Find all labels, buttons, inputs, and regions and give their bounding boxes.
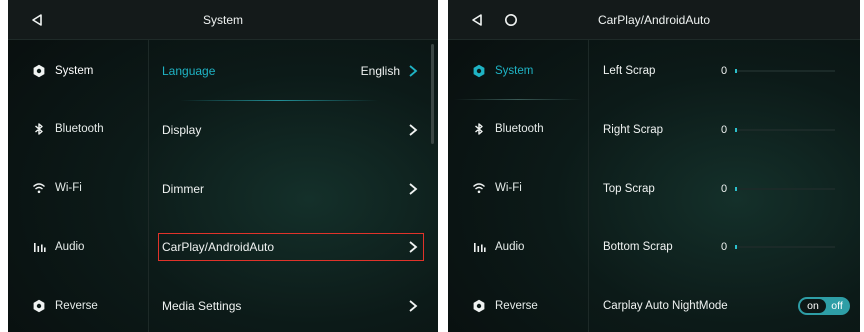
- row-media-settings[interactable]: Media Settings: [150, 277, 424, 332]
- carplay-settings-screen: CarPlay/AndroidAuto System Bluetooth Wi-…: [448, 0, 860, 332]
- scrollbar[interactable]: [431, 44, 434, 144]
- sidebar-item-label: Wi-Fi: [495, 182, 522, 194]
- page-title: System: [202, 13, 243, 27]
- sidebar-item-wifi[interactable]: Wi-Fi: [448, 159, 589, 217]
- chevron-right-icon: [408, 65, 418, 77]
- row-display[interactable]: Display: [150, 101, 424, 159]
- sidebar-item-system[interactable]: System: [448, 42, 589, 100]
- slider-handle[interactable]: [735, 69, 737, 73]
- slider-handle[interactable]: [735, 245, 737, 249]
- row-dimmer[interactable]: Dimmer: [150, 160, 424, 218]
- gear-icon: [472, 64, 486, 78]
- row-label: Media Settings: [162, 299, 242, 313]
- slider-track[interactable]: [735, 245, 835, 249]
- gear-icon: [472, 299, 486, 313]
- bluetooth-icon: [472, 122, 486, 136]
- row-label: Display: [162, 123, 202, 137]
- row-carplay-nightmode: Carplay Auto NightMode on off: [589, 277, 860, 332]
- bluetooth-icon: [32, 122, 46, 136]
- language-value: English: [360, 64, 400, 78]
- scrap-settings: Left Scrap 0 Right Scrap 0 Top Scrap 0 B…: [589, 40, 860, 332]
- slider-handle[interactable]: [735, 128, 737, 132]
- slider-track[interactable]: [735, 187, 835, 191]
- sidebar-item-label: Bluetooth: [55, 123, 104, 135]
- sidebar-item-label: Reverse: [495, 300, 538, 312]
- sidebar-item-bluetooth[interactable]: Bluetooth: [8, 100, 149, 158]
- gear-icon: [32, 299, 46, 313]
- row-label: CarPlay/AndroidAuto: [162, 240, 275, 254]
- sidebar-item-label: System: [55, 65, 94, 77]
- system-settings-screen: System System Bluetooth Wi-Fi Audio Reve…: [8, 0, 438, 332]
- sidebar-item-audio[interactable]: Audio: [448, 218, 589, 276]
- slider-bottom-scrap: Bottom Scrap 0: [589, 218, 860, 276]
- top-bar: System: [8, 0, 438, 40]
- sidebar: System Bluetooth Wi-Fi Audio Reverse: [448, 40, 589, 332]
- slider-top-scrap: Top Scrap 0: [589, 160, 860, 218]
- sidebar-item-wifi[interactable]: Wi-Fi: [8, 159, 149, 217]
- row-label: Left Scrap: [603, 65, 656, 77]
- row-label: Carplay Auto NightMode: [603, 300, 728, 312]
- slider-value: 0: [721, 65, 728, 77]
- sidebar-item-reverse[interactable]: Reverse: [448, 277, 589, 332]
- sidebar-item-label: Wi-Fi: [55, 182, 82, 194]
- slider-value: 0: [721, 124, 728, 136]
- slider-right-scrap: Right Scrap 0: [589, 101, 860, 159]
- slider-track[interactable]: [735, 128, 835, 132]
- toggle-on-label: on: [800, 299, 826, 313]
- row-label: Top Scrap: [603, 183, 655, 195]
- gear-icon: [32, 64, 46, 78]
- sidebar-item-bluetooth[interactable]: Bluetooth: [448, 100, 589, 158]
- sidebar-item-audio[interactable]: Audio: [8, 218, 149, 276]
- sidebar-item-system[interactable]: System: [8, 42, 149, 100]
- top-bar: CarPlay/AndroidAuto: [448, 0, 860, 40]
- settings-list: Language English Display Dimmer CarPlay/…: [150, 40, 438, 332]
- slider-left-scrap: Left Scrap 0: [589, 42, 860, 100]
- audio-bars-icon: [32, 240, 46, 254]
- wifi-icon: [472, 181, 486, 195]
- chevron-right-icon: [408, 300, 418, 312]
- audio-bars-icon: [472, 240, 486, 254]
- row-carplay-androidauto[interactable]: CarPlay/AndroidAuto: [150, 218, 424, 276]
- chevron-right-icon: [408, 124, 418, 136]
- slider-value: 0: [721, 183, 728, 195]
- sidebar-item-reverse[interactable]: Reverse: [8, 277, 149, 332]
- nightmode-toggle[interactable]: on off: [798, 297, 850, 315]
- row-label: Dimmer: [162, 182, 204, 196]
- sidebar-item-label: Audio: [495, 241, 525, 253]
- toggle-off-label: off: [831, 300, 843, 312]
- slider-handle[interactable]: [735, 187, 737, 191]
- chevron-right-icon: [408, 183, 418, 195]
- row-language[interactable]: Language English: [150, 42, 424, 100]
- row-label: Language: [162, 64, 216, 78]
- sidebar: System Bluetooth Wi-Fi Audio Reverse: [8, 40, 149, 332]
- sidebar-item-label: Reverse: [55, 300, 98, 312]
- row-label: Bottom Scrap: [603, 241, 673, 253]
- row-label: Right Scrap: [603, 124, 664, 136]
- sidebar-item-label: System: [495, 65, 534, 77]
- wifi-icon: [32, 181, 46, 195]
- sidebar-item-label: Bluetooth: [495, 123, 544, 135]
- chevron-right-icon: [408, 241, 418, 253]
- slider-value: 0: [721, 241, 728, 253]
- slider-track[interactable]: [735, 69, 835, 73]
- page-title: CarPlay/AndroidAuto: [597, 13, 711, 27]
- sidebar-item-label: Audio: [55, 241, 85, 253]
